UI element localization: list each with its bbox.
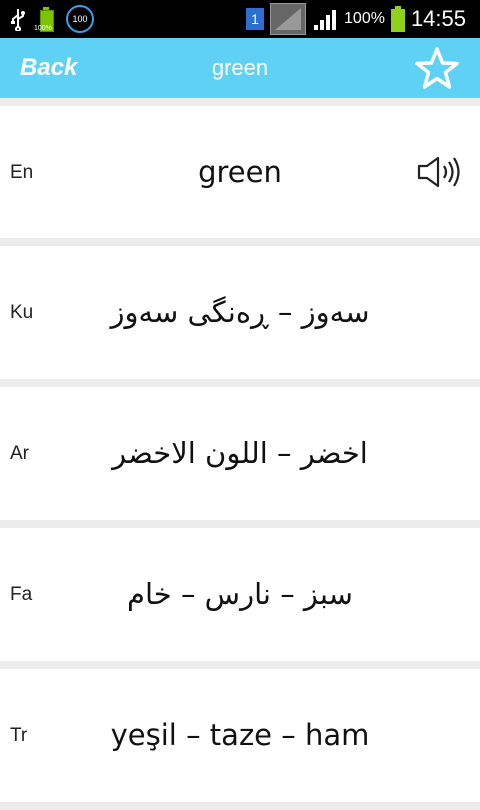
battery-saver-icon: 100% [34,7,56,32]
battery-saver-label: 100% [34,25,52,32]
usb-icon [11,9,25,31]
language-code: Ku [10,302,34,323]
status-bar-left: 100% 100 [10,0,94,38]
translation-text: yeşil – taze – ham [110,718,370,752]
favorite-star-icon[interactable] [414,46,460,92]
signal-icon [314,10,337,30]
battery-percent: 100% [344,10,385,27]
translation-text: سبز – نارس – خام [127,577,353,611]
language-code: Tr [10,725,28,746]
battery-icon [390,6,405,32]
speaker-icon[interactable] [416,154,464,190]
app-bar: Back green [0,38,480,98]
status-bar: 100% 100 1 100% 14:55 [0,0,480,38]
data-usage-icon: 100 [66,5,94,33]
data-usage-label: 100 [72,14,88,24]
no-signal-icon [270,3,307,35]
translation-row-ar: Ar اخضر – اللون الاخضر [0,387,480,520]
translation-list: En green Ku سەوز – ڕەنگی سەوز Ar اخضر – … [0,106,480,810]
translation-text: سەوز – ڕەنگی سەوز [110,295,370,329]
translation-row-en: En green [0,106,480,238]
translation-text: اخضر – اللون الاخضر [112,436,368,470]
language-code: En [10,162,34,183]
status-bar-right: 1 100% 14:55 [246,0,466,38]
language-code: Ar [10,443,29,464]
translation-row-tr: Tr yeşil – taze – ham [0,669,480,802]
language-code: Fa [10,584,33,605]
translation-row-ku: Ku سەوز – ڕەنگی سەوز [0,246,480,379]
translation-text: green [198,155,282,189]
sim-icon: 1 [246,8,265,30]
page-title: green [211,55,269,80]
clock: 14:55 [410,6,466,31]
sim-label: 1 [251,11,259,27]
translation-row-fa: Fa سبز – نارس – خام [0,528,480,661]
